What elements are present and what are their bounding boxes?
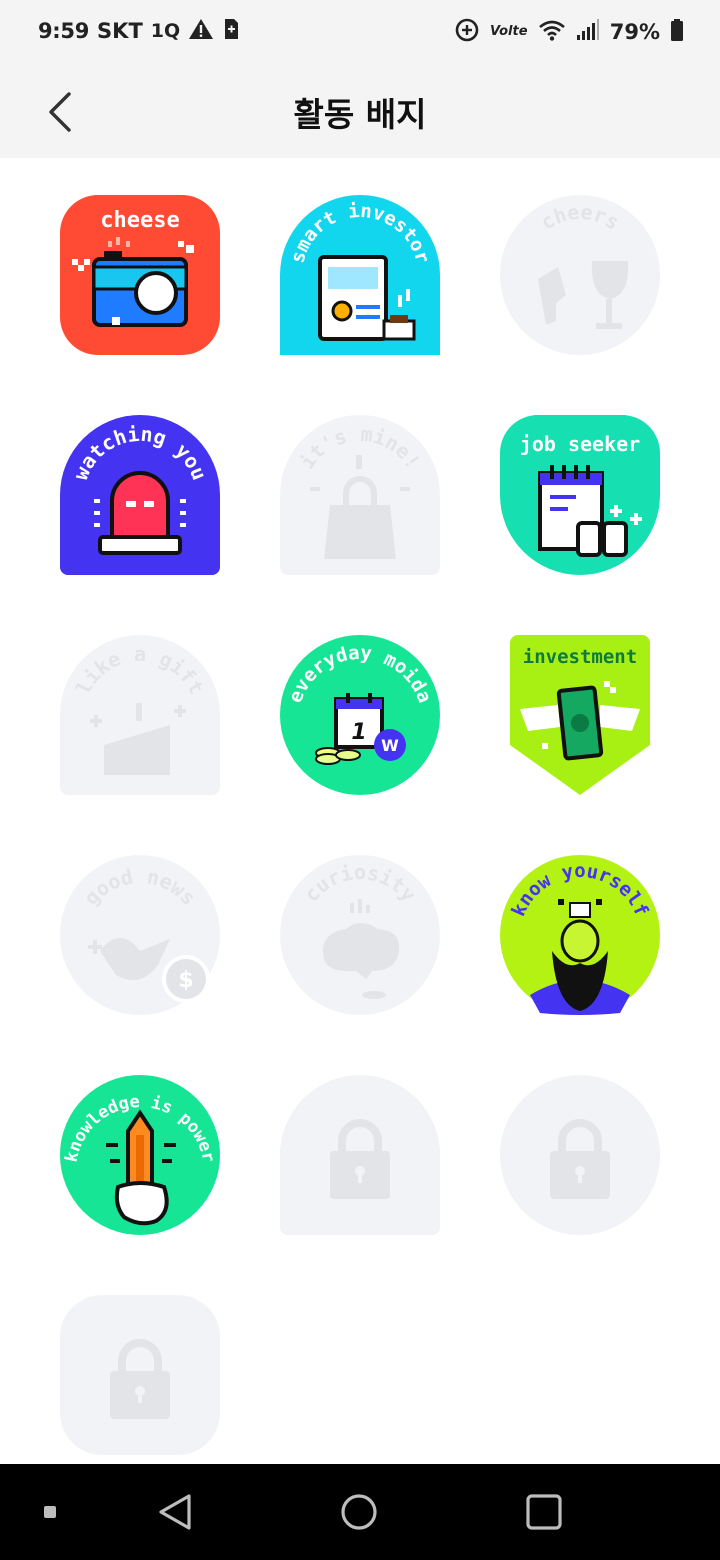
badge-cheese[interactable]: cheese [60,195,220,355]
badge-locked-3[interactable] [60,1295,220,1455]
badge-grid: cheese smart investor cheers watching yo… [0,158,720,1464]
badge-investment[interactable]: investment [500,635,660,795]
status-time: 9:59 [38,19,90,43]
badge-title: job seeker [520,432,640,456]
badge-good-news-locked[interactable]: good news $ [60,855,220,1015]
badge-job-seeker[interactable]: job seeker [500,415,660,575]
svg-text:1: 1 [351,720,366,745]
overview-square-icon [526,1494,562,1530]
app-header: 활동 배지 [0,64,720,158]
badge-know-yourself[interactable]: know yourself [500,855,660,1015]
sim-icon [222,17,240,45]
wifi-icon [538,18,566,46]
status-bar: 9:59 SKT 1Q Volte 79% [0,0,720,64]
svg-text:W: W [381,736,399,755]
nav-back-button[interactable] [147,1484,203,1540]
badge-everyday-moida[interactable]: everyday moida 1 W [280,635,440,795]
recent-dot-button[interactable] [22,1484,78,1540]
badge-cheers-locked[interactable]: cheers [500,195,660,355]
back-triangle-icon [159,1494,191,1530]
data-saver-icon [454,17,480,47]
badge-locked-1[interactable] [280,1075,440,1235]
system-nav-bar [0,1464,720,1560]
svg-text:Volte: Volte [490,24,528,39]
battery-percent: 79% [609,20,660,44]
badge-its-mine-locked[interactable]: it's mine! [280,415,440,575]
badge-like-a-gift-locked[interactable]: like a gift [60,635,220,795]
badge-title: cheese [100,208,179,233]
nav-overview-button[interactable] [516,1484,572,1540]
badge-watching-you[interactable]: watching you [60,415,220,575]
warning-icon [188,17,214,45]
svg-text:$: $ [178,968,193,993]
status-carrier: SKT [97,19,143,43]
badge-smart-investor[interactable]: smart investor [280,195,440,355]
page-title: 활동 배지 [293,95,427,134]
battery-icon [670,18,684,46]
badge-title: investment [523,646,637,668]
recent-dot-icon [44,1506,56,1518]
badge-locked-2[interactable] [500,1075,660,1235]
badge-knowledge-is-power[interactable]: knowledge is power [60,1075,220,1235]
badge-curiosity-locked[interactable]: curiosity [280,855,440,1015]
volte-icon: Volte [490,19,528,45]
status-network: 1Q [150,20,181,42]
signal-icon [576,18,600,46]
home-circle-icon [341,1494,377,1530]
nav-home-button[interactable] [331,1484,387,1540]
